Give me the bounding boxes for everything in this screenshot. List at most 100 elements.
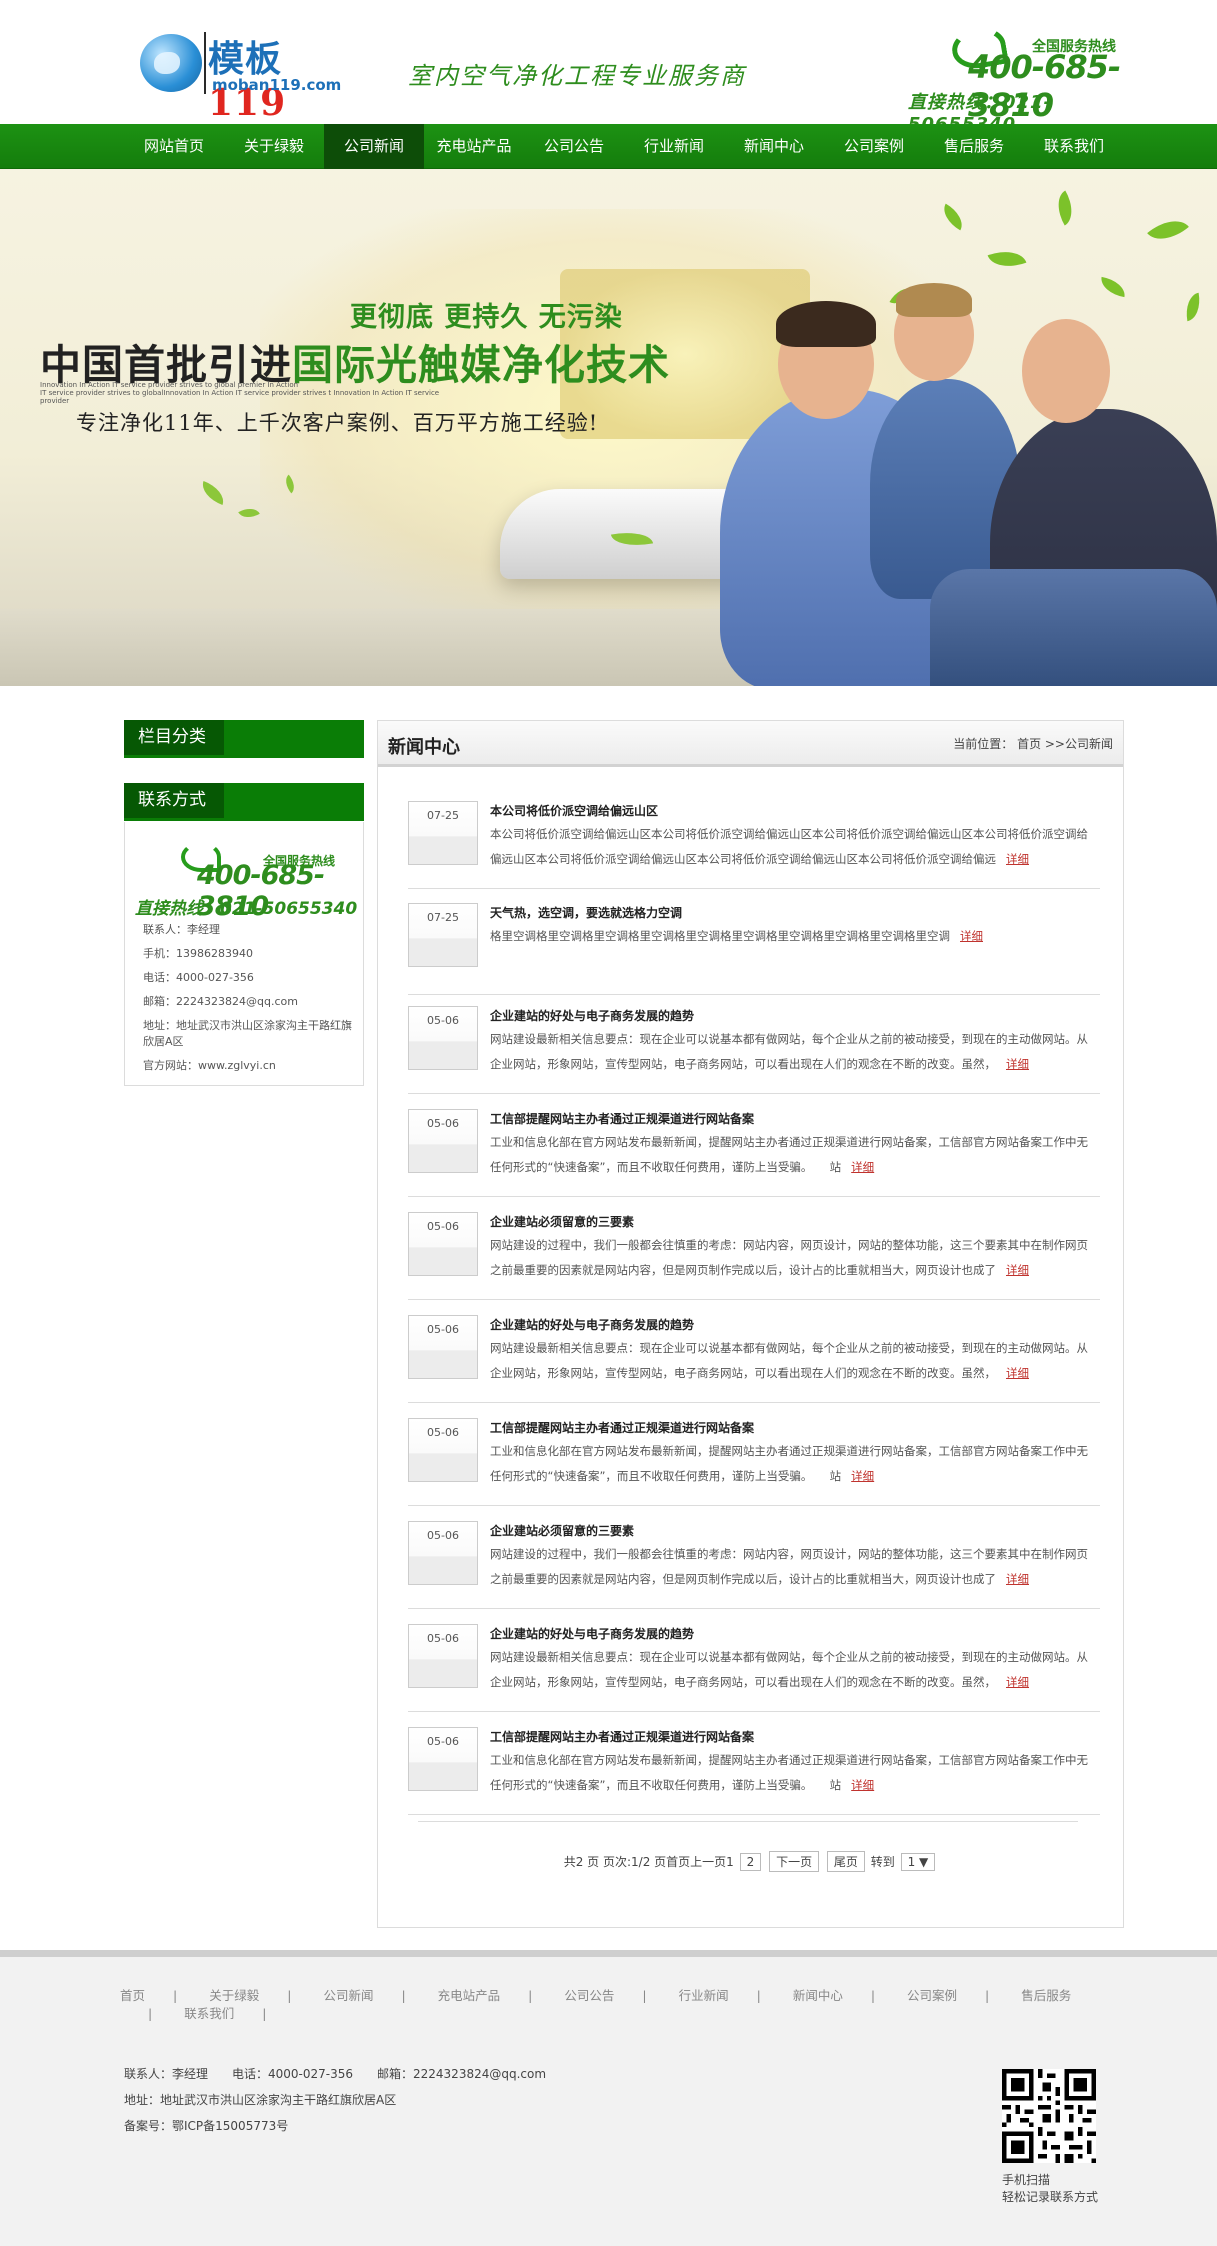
news-summary: 工业和信息化部在官方网站发布最新新闻，提醒网站主办者通过正规渠道进行网站备案，工… xyxy=(490,1135,1088,1174)
news-summary: 网站建设的过程中，我们一般都会往慎重的考虑：网站内容，网页设计，网站的整体功能，… xyxy=(490,1547,1088,1586)
news-title[interactable]: 企业建站必须留意的三要素 xyxy=(490,1213,634,1230)
news-summary: 工业和信息化部在官方网站发布最新新闻，提醒网站主办者通过正规渠道进行网站备案，工… xyxy=(490,1444,1088,1483)
list-item: 07-25 本公司将低价派空调给偏远山区 本公司将低价派空调给偏远山区本公司将低… xyxy=(408,801,1100,889)
more-link[interactable]: 详细 xyxy=(851,1469,874,1483)
nav-item-products[interactable]: 充电站产品 xyxy=(424,124,524,169)
news-title[interactable]: 企业建站必须留意的三要素 xyxy=(490,1522,634,1539)
more-link[interactable]: 详细 xyxy=(1006,1572,1029,1586)
footer-address: 地址：地址武汉市洪山区涂家沟主干路红旗欣居A区 xyxy=(124,2093,397,2107)
news-title[interactable]: 工信部提醒网站主办者通过正规渠道进行网站备案 xyxy=(490,1728,754,1745)
contact-email[interactable]: 邮箱：2224323824@qq.com xyxy=(143,994,359,1010)
news-title[interactable]: 企业建站的好处与电子商务发展的趋势 xyxy=(490,1316,694,1333)
more-link[interactable]: 详细 xyxy=(1006,1675,1029,1689)
news-summary: 网站建设最新相关信息要点：现在企业可以说基本都有做网站，每个企业从之前的被动接受… xyxy=(490,1032,1088,1071)
qr-code-icon xyxy=(1002,2069,1096,2163)
nav-item-contact[interactable]: 联系我们 xyxy=(1024,124,1124,169)
date-badge: 05-06 xyxy=(408,1006,478,1070)
footer-link-contact[interactable]: 联系我们 xyxy=(184,2005,234,2023)
news-title[interactable]: 工信部提醒网站主办者通过正规渠道进行网站备案 xyxy=(490,1110,754,1127)
page-title: 新闻中心 xyxy=(388,737,460,758)
family-photo xyxy=(720,283,1217,686)
footer-link-news-center[interactable]: 新闻中心 xyxy=(793,1987,843,2005)
footer-link-announcements[interactable]: 公司公告 xyxy=(564,1987,614,2005)
nav-item-company-news[interactable]: 公司新闻 xyxy=(324,124,424,169)
list-item: 05-06 企业建站必须留意的三要素 网站建设的过程中，我们一般都会往慎重的考虑… xyxy=(408,1212,1100,1300)
news-panel: 新闻中心 当前位置： 首页 >>公司新闻 07-25 本公司将低价派空调给偏远山… xyxy=(377,720,1124,1928)
nav-item-industry-news[interactable]: 行业新闻 xyxy=(624,124,724,169)
nav-item-home[interactable]: 网站首页 xyxy=(124,124,224,169)
news-title[interactable]: 企业建站的好处与电子商务发展的趋势 xyxy=(490,1625,694,1642)
footer-link-about[interactable]: 关于绿毅 xyxy=(209,1987,259,2005)
hero-banner: 更彻底 更持久 无污染 中国首批引进国际光触媒净化技术 Innovation I… xyxy=(0,169,1217,686)
header-slogan: 室内空气净化工程专业服务商 xyxy=(408,62,746,90)
news-summary: 网站建设最新相关信息要点：现在企业可以说基本都有做网站，每个企业从之前的被动接受… xyxy=(490,1341,1088,1380)
more-link[interactable]: 详细 xyxy=(1006,1366,1029,1380)
news-panel-header: 新闻中心 当前位置： 首页 >>公司新闻 xyxy=(378,721,1123,767)
news-title[interactable]: 本公司将低价派空调给偏远山区 xyxy=(490,802,658,819)
news-summary: 本公司将低价派空调给偏远山区本公司将低价派空调给偏远山区本公司将低价派空调给偏远… xyxy=(490,827,1088,866)
qr-caption-1: 手机扫描 xyxy=(1002,2173,1051,2187)
site-header: 模板119 moban119.com 室内空气净化工程专业服务商 全国服务热线 … xyxy=(0,0,1217,135)
next-page-button[interactable]: 下一页 xyxy=(769,1851,820,1872)
contact-mobile: 手机：13986283940 xyxy=(143,947,253,960)
more-link[interactable]: 详细 xyxy=(1006,852,1029,866)
footer-link-home[interactable]: 首页 xyxy=(120,1987,145,2005)
footer-link-industry-news[interactable]: 行业新闻 xyxy=(679,1987,729,2005)
pager-summary: 共2 页 页次:1/2 页首页上一页1 xyxy=(563,1855,734,1869)
more-link[interactable]: 详细 xyxy=(851,1160,874,1174)
globe-icon xyxy=(140,34,202,92)
sidebar-category-title: 栏目分类 xyxy=(124,720,224,755)
contact-address: 地址：地址武汉市洪山区涂家沟主干路红旗欣居A区 xyxy=(143,1019,352,1048)
date-badge: 05-06 xyxy=(408,1521,478,1585)
main-nav: 网站首页 关于绿毅 公司新闻 充电站产品 公司公告 行业新闻 新闻中心 公司案例… xyxy=(0,124,1217,169)
more-link[interactable]: 详细 xyxy=(851,1778,874,1792)
contact-phone: 电话：4000-027-356 xyxy=(143,971,254,984)
sidebar-direct-line: 直接热线：021-50655340 xyxy=(135,899,358,919)
site-footer: 首页 | 关于绿毅 | 公司新闻 | 充电站产品 | 公司公告 | 行业新闻 | 新闻中心 |… xyxy=(0,1950,1217,2246)
list-item: 07-25 天气热，选空调，要选就选格力空调 格里空调格里空调格里空调格里空调格… xyxy=(408,903,1100,995)
last-page-button[interactable]: 尾页 xyxy=(826,1851,865,1872)
page-2-link[interactable]: 2 xyxy=(739,1853,762,1871)
nav-item-announcements[interactable]: 公司公告 xyxy=(524,124,624,169)
news-summary: 网站建设的过程中，我们一般都会往慎重的考虑：网站内容，网页设计，网站的整体功能，… xyxy=(490,1238,1088,1277)
sidebar-category-header: 栏目分类 xyxy=(124,720,364,758)
news-title[interactable]: 工信部提醒网站主办者通过正规渠道进行网站备案 xyxy=(490,1419,754,1436)
nav-item-cases[interactable]: 公司案例 xyxy=(824,124,924,169)
footer-contact-info: 联系人：李经理 电话：4000-027-356 邮箱：2224323824@qq… xyxy=(124,2067,547,2081)
date-badge: 05-06 xyxy=(408,1109,478,1173)
footer-link-company-news[interactable]: 公司新闻 xyxy=(323,1987,373,2005)
news-title[interactable]: 企业建站的好处与电子商务发展的趋势 xyxy=(490,1007,694,1024)
contact-person: 联系人：李经理 xyxy=(143,923,220,936)
more-link[interactable]: 详细 xyxy=(960,929,983,943)
footer-link-products[interactable]: 充电站产品 xyxy=(438,1987,501,2005)
qr-caption-2: 轻松记录联系方式 xyxy=(1002,2190,1099,2204)
site-logo[interactable]: 模板119 moban119.com xyxy=(140,26,360,124)
contact-website[interactable]: 官方网站：www.zglvyi.cn xyxy=(143,1058,359,1074)
list-item: 05-06 工信部提醒网站主办者通过正规渠道进行网站备案 工业和信息化部在官方网… xyxy=(408,1418,1100,1506)
more-link[interactable]: 详细 xyxy=(1006,1263,1029,1277)
header-hotline: 全国服务热线 400-685-3810 直接热线：021-50655340 xyxy=(900,18,1130,135)
date-badge: 07-25 xyxy=(408,801,478,865)
news-title[interactable]: 天气热，选空调，要选就选格力空调 xyxy=(490,904,682,921)
logo-domain: moban119.com xyxy=(212,76,342,94)
footer-link-after-sales[interactable]: 售后服务 xyxy=(1021,1987,1071,2005)
list-item: 05-06 企业建站必须留意的三要素 网站建设的过程中，我们一般都会往慎重的考虑… xyxy=(408,1521,1100,1609)
banner-fine-print: Innovation In Action IT service provider… xyxy=(40,381,440,405)
banner-tagline: 更彻底 更持久 无污染 xyxy=(350,302,623,333)
date-badge: 07-25 xyxy=(408,903,478,967)
breadcrumb[interactable]: 当前位置： 首页 >>公司新闻 xyxy=(953,735,1113,752)
footer-link-cases[interactable]: 公司案例 xyxy=(907,1987,957,2005)
nav-item-after-sales[interactable]: 售后服务 xyxy=(924,124,1024,169)
list-item: 05-06 企业建站的好处与电子商务发展的趋势 网站建设最新相关信息要点：现在企… xyxy=(408,1315,1100,1403)
logo-text: 模板 xyxy=(208,38,283,80)
date-badge: 05-06 xyxy=(408,1624,478,1688)
more-link[interactable]: 详细 xyxy=(1006,1057,1029,1071)
sidebar-contact-header: 联系方式 xyxy=(124,783,364,821)
sidebar-contact-box: 全国服务热线 400-685-3810 直接热线：021-50655340 联系… xyxy=(124,822,364,1086)
footer-icp: 备案号：鄂ICP备15005773号 xyxy=(124,2119,289,2133)
page-select[interactable]: 1 ▼ xyxy=(900,1853,936,1871)
nav-item-about[interactable]: 关于绿毅 xyxy=(224,124,324,169)
list-item: 05-06 企业建站的好处与电子商务发展的趋势 网站建设最新相关信息要点：现在企… xyxy=(408,1006,1100,1094)
nav-item-news-center[interactable]: 新闻中心 xyxy=(724,124,824,169)
news-summary: 网站建设最新相关信息要点：现在企业可以说基本都有做网站，每个企业从之前的被动接受… xyxy=(490,1650,1088,1689)
